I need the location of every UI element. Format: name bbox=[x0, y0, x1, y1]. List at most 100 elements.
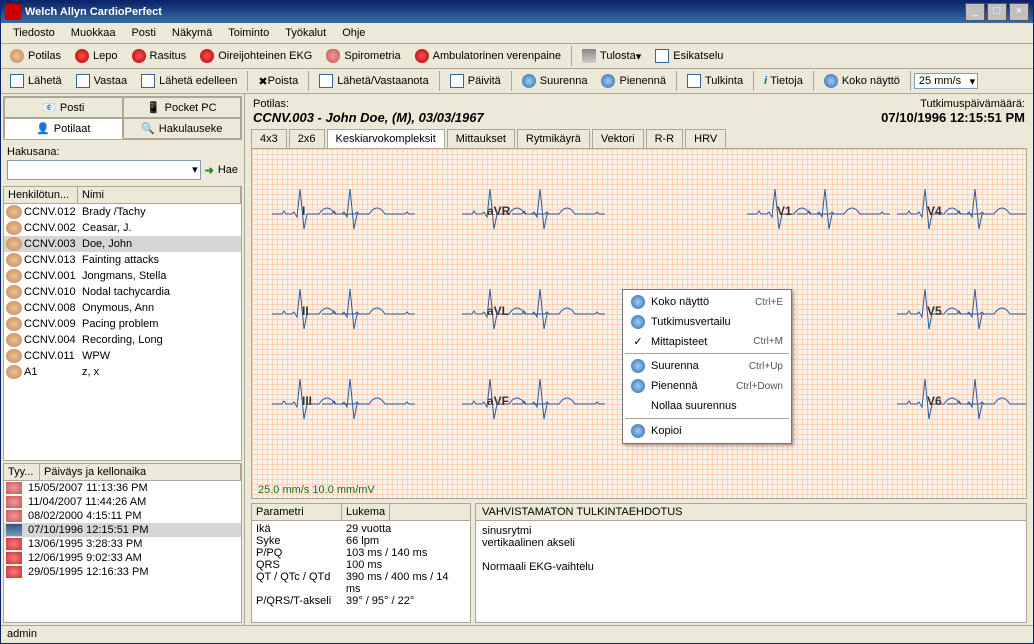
param-col2[interactable]: Lukema bbox=[342, 504, 390, 520]
ecg-tab-1[interactable]: 2x6 bbox=[289, 129, 325, 148]
tab-pocket[interactable]: 📱 Pocket PC bbox=[123, 97, 242, 118]
btn-paivita[interactable]: Päivitä bbox=[443, 71, 508, 91]
patient-row[interactable]: CCNV.011WPW bbox=[4, 348, 241, 364]
ctx-kopioi[interactable]: Kopioi bbox=[625, 421, 789, 441]
ctx-koko-näyttö[interactable]: Koko näyttöCtrl+E bbox=[625, 292, 789, 312]
maximize-button[interactable]: □ bbox=[987, 3, 1007, 21]
patient-row[interactable]: CCNV.004Recording, Long bbox=[4, 332, 241, 348]
btn-esikatselu[interactable]: Esikatselu bbox=[648, 46, 730, 66]
ecg-tab-3[interactable]: Mittaukset bbox=[447, 129, 515, 148]
ecg-tab-2[interactable]: Keskiarvokompleksit bbox=[327, 129, 445, 148]
patient-row[interactable]: CCNV.009Pacing problem bbox=[4, 316, 241, 332]
lung-icon bbox=[6, 482, 22, 494]
study-list[interactable]: Tyy... Päiväys ja kellonaika 15/05/2007 … bbox=[3, 463, 242, 623]
study-row[interactable]: 13/06/1995 3:28:33 PM bbox=[4, 537, 241, 551]
btn-potilas[interactable]: Potilas bbox=[3, 46, 68, 66]
ecg-display[interactable]: 25.0 mm/s 10.0 mm/mV Koko näyttöCtrl+ETu… bbox=[251, 148, 1027, 499]
patient-row[interactable]: CCNV.001Jongmans, Stella bbox=[4, 268, 241, 284]
patient-icon bbox=[6, 301, 22, 315]
patient-icon bbox=[6, 365, 22, 379]
ctx-suurenna[interactable]: SuurennaCtrl+Up bbox=[625, 356, 789, 376]
btn-laheta[interactable]: Lähetä bbox=[3, 71, 69, 91]
ecg-icon bbox=[75, 49, 89, 63]
person-icon bbox=[10, 49, 24, 63]
tab-posti[interactable]: 📧 Posti bbox=[4, 97, 123, 118]
patient-row[interactable]: CCNV.008Onymous, Ann bbox=[4, 300, 241, 316]
ecg-tab-6[interactable]: R-R bbox=[646, 129, 684, 148]
ctx-pienennä[interactable]: PienennäCtrl+Down bbox=[625, 376, 789, 396]
btn-spiro[interactable]: Spirometria bbox=[319, 46, 407, 66]
btn-oire[interactable]: Oireijohteinen EKG bbox=[193, 46, 319, 66]
patient-icon bbox=[6, 205, 22, 219]
menu-ohje[interactable]: Ohje bbox=[334, 25, 373, 41]
patient-row[interactable]: CCNV.013Fainting attacks bbox=[4, 252, 241, 268]
btn-kokonaytto[interactable]: Koko näyttö bbox=[817, 71, 907, 91]
menu-toiminto[interactable]: Toiminto bbox=[220, 25, 277, 41]
patient-icon bbox=[6, 269, 22, 283]
btn-tulosta[interactable]: Tulosta ▾ bbox=[575, 46, 648, 66]
patient-row[interactable]: CCNV.010Nodal tachycardia bbox=[4, 284, 241, 300]
study-row[interactable]: 29/05/1995 12:16:33 PM bbox=[4, 565, 241, 579]
ecg-scale: 25.0 mm/s 10.0 mm/mV bbox=[258, 484, 375, 496]
study-row[interactable]: 11/04/2007 11:44:26 AM bbox=[4, 495, 241, 509]
btn-rasitus[interactable]: Rasitus bbox=[125, 46, 194, 66]
lead-label-V1: V1 bbox=[777, 204, 792, 218]
ctx-mittapisteet[interactable]: ✓MittapisteetCtrl+M bbox=[625, 332, 789, 351]
menu-työkalut[interactable]: Työkalut bbox=[277, 25, 334, 41]
param-row: Ikä29 vuotta bbox=[256, 523, 466, 535]
search-input[interactable] bbox=[7, 160, 201, 180]
btn-tulkinta[interactable]: Tulkinta bbox=[680, 71, 750, 91]
study-row[interactable]: 07/10/1996 12:15:51 PM bbox=[4, 523, 241, 537]
ecg-tab-5[interactable]: Vektori bbox=[592, 129, 644, 148]
btn-amb[interactable]: Ambulatorinen verenpaine bbox=[408, 46, 568, 66]
lung-icon bbox=[326, 49, 340, 63]
feet-icon bbox=[6, 552, 22, 564]
preview-icon bbox=[655, 49, 669, 63]
tab-potilaat[interactable]: 👤 Potilaat bbox=[4, 118, 123, 139]
minimize-button[interactable]: _ bbox=[965, 3, 985, 21]
context-menu: Koko näyttöCtrl+ETutkimusvertailu✓Mittap… bbox=[622, 289, 792, 444]
menu-tiedosto[interactable]: Tiedosto bbox=[5, 25, 63, 41]
col-date[interactable]: Päiväys ja kellonaika bbox=[40, 464, 241, 480]
btn-laheta-edelleen[interactable]: Lähetä edelleen bbox=[134, 71, 244, 91]
ctx-nollaa-suurennus[interactable]: Nollaa suurennus bbox=[625, 396, 789, 416]
patient-list[interactable]: Henkilötun... Nimi CCNV.012Brady /TachyC… bbox=[3, 186, 242, 461]
patient-row[interactable]: CCNV.002Ceasar, J. bbox=[4, 220, 241, 236]
col-id[interactable]: Henkilötun... bbox=[4, 187, 78, 203]
tab-haku[interactable]: 🔍 Hakulauseke bbox=[123, 118, 242, 139]
btn-pienenna[interactable]: Pienennä bbox=[594, 71, 673, 91]
toolbar-main: Potilas Lepo Rasitus Oireijohteinen EKG … bbox=[1, 44, 1033, 69]
interpretation-line bbox=[482, 549, 1020, 561]
search-button[interactable]: Hae bbox=[218, 164, 238, 176]
patient-row[interactable]: A1z, x bbox=[4, 364, 241, 380]
ecg-tab-0[interactable]: 4x3 bbox=[251, 129, 287, 148]
speed-combo[interactable]: 25 mm/s bbox=[914, 73, 978, 89]
ecg-tab-4[interactable]: Rytmikäyrä bbox=[517, 129, 590, 148]
study-row[interactable]: 08/02/2000 4:15:11 PM bbox=[4, 509, 241, 523]
btn-vastaa[interactable]: Vastaa bbox=[69, 71, 134, 91]
param-row: QRS100 ms bbox=[256, 559, 466, 571]
patient-row[interactable]: CCNV.012Brady /Tachy bbox=[4, 204, 241, 220]
study-row[interactable]: 12/06/1995 9:02:33 AM bbox=[4, 551, 241, 565]
patient-icon bbox=[6, 221, 22, 235]
study-row[interactable]: 15/05/2007 11:13:36 PM bbox=[4, 481, 241, 495]
param-col1[interactable]: Parametri bbox=[252, 504, 342, 520]
ecg-tab-7[interactable]: HRV bbox=[685, 129, 726, 148]
ctx-tutkimusvertailu[interactable]: Tutkimusvertailu bbox=[625, 312, 789, 332]
close-button[interactable]: × bbox=[1009, 3, 1029, 21]
menu-muokkaa[interactable]: Muokkaa bbox=[63, 25, 124, 41]
search-go-icon[interactable]: ➜ bbox=[205, 164, 214, 177]
btn-tietoja[interactable]: i Tietoja bbox=[757, 72, 810, 90]
menu-posti[interactable]: Posti bbox=[123, 25, 163, 41]
zoomout-icon bbox=[601, 74, 615, 88]
btn-poista[interactable]: ✖ Poista bbox=[251, 72, 305, 91]
col-name[interactable]: Nimi bbox=[78, 187, 241, 203]
btn-suurenna[interactable]: Suurenna bbox=[515, 71, 595, 91]
patient-row[interactable]: CCNV.003Doe, John bbox=[4, 236, 241, 252]
menu-näkymä[interactable]: Näkymä bbox=[164, 25, 220, 41]
btn-lepo[interactable]: Lepo bbox=[68, 46, 124, 66]
ecg-icon bbox=[631, 315, 645, 329]
interpretation-line: sinusrytmi bbox=[482, 525, 1020, 537]
btn-laheta-vastaanota[interactable]: Lähetä/Vastaanota bbox=[312, 71, 436, 91]
col-type[interactable]: Tyy... bbox=[4, 464, 40, 480]
